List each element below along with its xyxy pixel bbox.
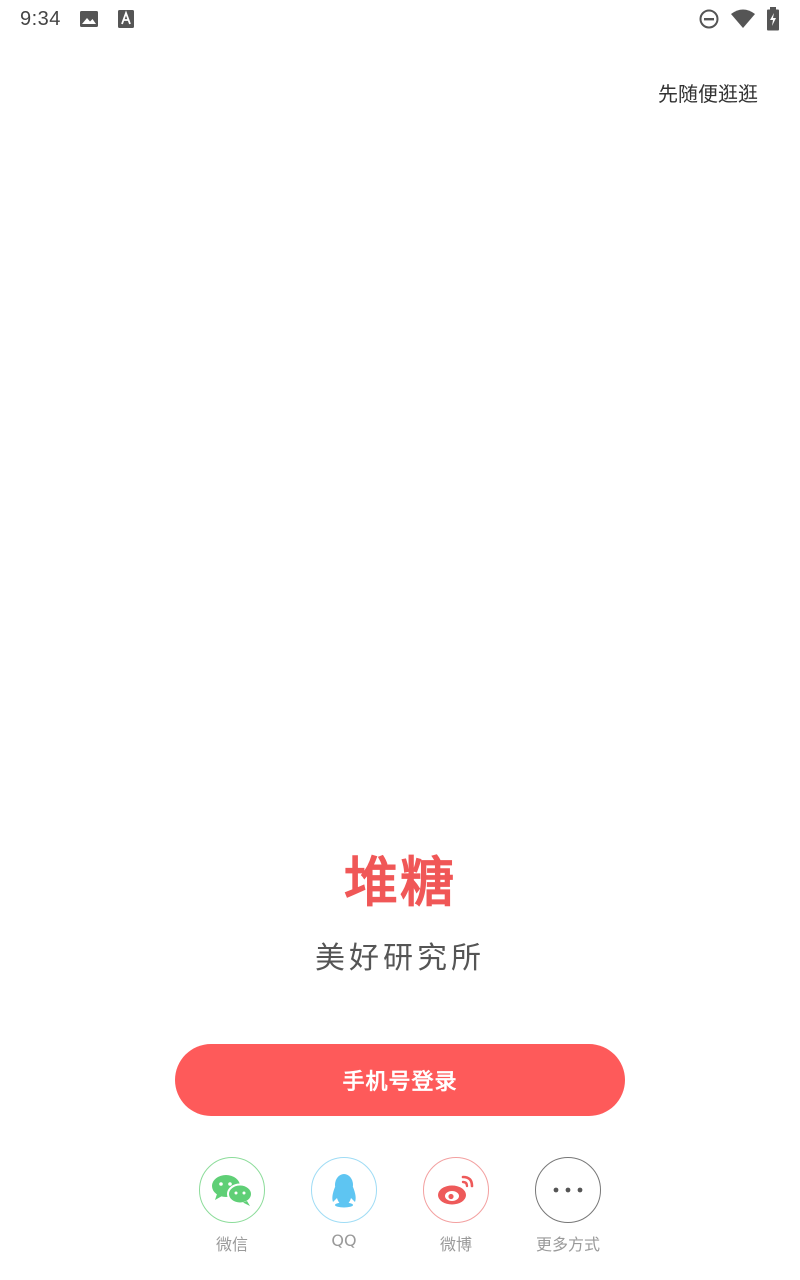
- weibo-label: 微博: [439, 1235, 472, 1254]
- qq-login-button[interactable]: QQ: [288, 1157, 400, 1255]
- login-screen: 9:34 先随便逛逛 堆糖 美好研究所 手机号登录 微信 QQ 微博 更多方式: [0, 0, 800, 1280]
- more-dots-icon: [535, 1157, 601, 1223]
- wechat-icon: [199, 1157, 265, 1223]
- text-a-icon: [117, 9, 135, 29]
- wechat-label: 微信: [215, 1235, 248, 1254]
- more-login-options-button[interactable]: 更多方式: [512, 1157, 624, 1255]
- more-options-label: 更多方式: [535, 1235, 600, 1254]
- phone-login-button[interactable]: 手机号登录: [175, 1044, 625, 1116]
- browse-as-guest-link[interactable]: 先随便逛逛: [658, 78, 758, 107]
- brand-logo: 堆糖: [344, 850, 456, 914]
- weibo-icon: [423, 1157, 489, 1223]
- brand-block: 堆糖 美好研究所: [0, 845, 800, 977]
- do-not-disturb-icon: [698, 8, 720, 30]
- wifi-icon: [730, 8, 756, 30]
- status-bar: 9:34: [0, 0, 800, 38]
- qq-label: QQ: [331, 1231, 357, 1250]
- image-icon: [79, 9, 99, 29]
- social-login-row: 微信 QQ 微博 更多方式: [176, 1157, 624, 1255]
- status-left: 9:34: [20, 8, 135, 31]
- status-right: [698, 7, 780, 31]
- phone-login-label: 手机号登录: [342, 1070, 458, 1095]
- brand-slogan: 美好研究所: [315, 941, 485, 976]
- battery-charging-icon: [766, 7, 780, 31]
- weibo-login-button[interactable]: 微博: [400, 1157, 512, 1255]
- status-time: 9:34: [20, 7, 61, 30]
- qq-penguin-icon: [311, 1157, 377, 1223]
- wechat-login-button[interactable]: 微信: [176, 1157, 288, 1255]
